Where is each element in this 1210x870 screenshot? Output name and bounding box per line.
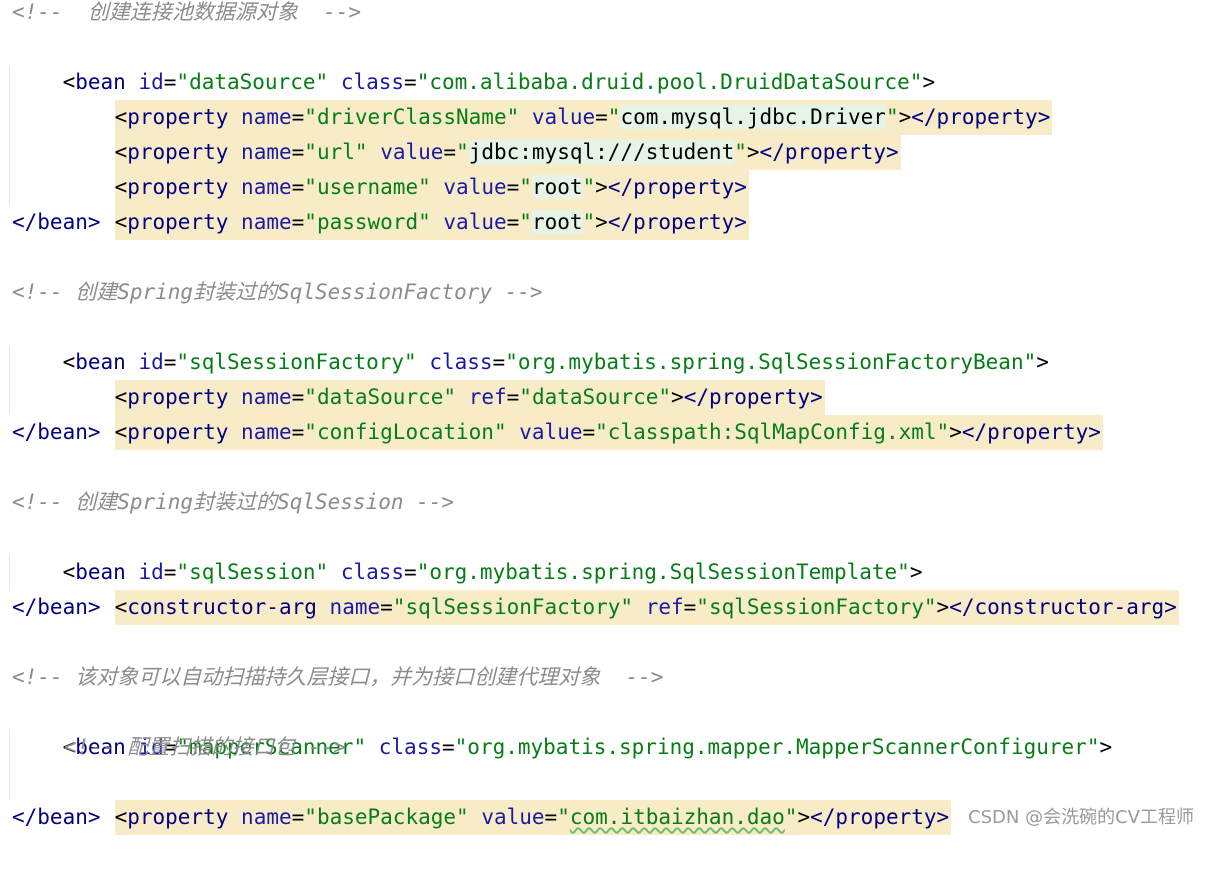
indent-guide (9, 730, 10, 800)
comment-line: <!-- 创建连接池数据源对象 --> (12, 0, 362, 24)
attr-value: com.itbaizhan.dao (569, 805, 785, 829)
tag-name: property (127, 420, 229, 444)
close-tag: </property> (607, 210, 747, 234)
property-line: <property name="configLocation" value="c… (64, 380, 1103, 450)
attr-name: class (378, 735, 442, 759)
attr-value: sqlSessionFactory (708, 595, 924, 619)
bean-open-line: <bean id="sqlSession" class="org.mybatis… (62, 560, 923, 584)
bean-close-line: </bean> (12, 210, 101, 234)
attr-name: value (443, 210, 507, 234)
attr-name: value (519, 420, 583, 444)
tag-name: property (127, 805, 229, 829)
attr-value: org.mybatis.spring.mapper.MapperScannerC… (467, 735, 1087, 759)
close-tag: </property> (911, 105, 1051, 129)
bean-open-line: <bean id="sqlSessionFactory" class="org.… (62, 350, 1049, 374)
tag-name: constructor-arg (127, 595, 317, 619)
property-line: <property name="dataSource" ref="dataSou… (64, 345, 825, 415)
close-tag: </property> (759, 140, 899, 164)
constructor-arg-line: <constructor-arg name="sqlSessionFactory… (64, 555, 1179, 625)
attr-name: name (241, 805, 292, 829)
bean-open-line: <bean id="dataSource" class="com.alibaba… (62, 70, 936, 94)
indent-guide (9, 65, 10, 205)
indent-guide (9, 345, 10, 415)
property-line: <property name="url" value="jdbc:mysql:/… (64, 100, 901, 170)
bean-close-line: </bean> (12, 420, 101, 444)
attr-name: name (241, 420, 292, 444)
attr-value: password (316, 210, 419, 234)
watermark: CSDN @会洗碗的CV工程师 (968, 807, 1194, 828)
comment-line: <!-- 配置扫描的接口包 --> (64, 735, 346, 759)
property-line: <property name="username" value="root"><… (64, 135, 749, 205)
property-line: <property name="basePackage" value="com.… (64, 765, 952, 835)
close-tag: </property> (961, 420, 1101, 444)
bean-open-line: <bean id="mapperScanner" class="org.myba… (62, 735, 1113, 759)
indent-guide (9, 555, 10, 590)
attr-value: basePackage (316, 805, 457, 829)
attr-name: name (241, 210, 292, 234)
property-line: <property name="driverClassName" value="… (64, 65, 1053, 135)
bean-close-line: </bean> (12, 805, 101, 829)
close-tag: </constructor-arg> (949, 595, 1177, 619)
attr-name: value (481, 805, 545, 829)
comment-line: <!-- 创建Spring封装过的SqlSessionFactory --> (12, 280, 543, 304)
close-tag: </property> (810, 805, 950, 829)
property-line: <property name="password" value="root"><… (64, 170, 749, 240)
attr-value: sqlSessionFactory (405, 595, 621, 619)
attr-name: ref (645, 595, 684, 619)
attr-value: configLocation (316, 420, 494, 444)
tag-name: property (127, 210, 229, 234)
attr-name: name (329, 595, 381, 619)
code-editor[interactable]: <!-- 创建连接池数据源对象 --> <bean id="dataSource… (0, 0, 1210, 837)
comment-line: <!-- 创建Spring封装过的SqlSession --> (12, 490, 455, 514)
comment-line: <!-- 该对象可以自动扫描持久层接口，并为接口创建代理对象 --> (12, 665, 664, 689)
attr-value: root (531, 210, 583, 234)
bean-close-line: </bean> (12, 595, 101, 619)
attr-value: classpath:SqlMapConfig.xml (607, 420, 937, 444)
